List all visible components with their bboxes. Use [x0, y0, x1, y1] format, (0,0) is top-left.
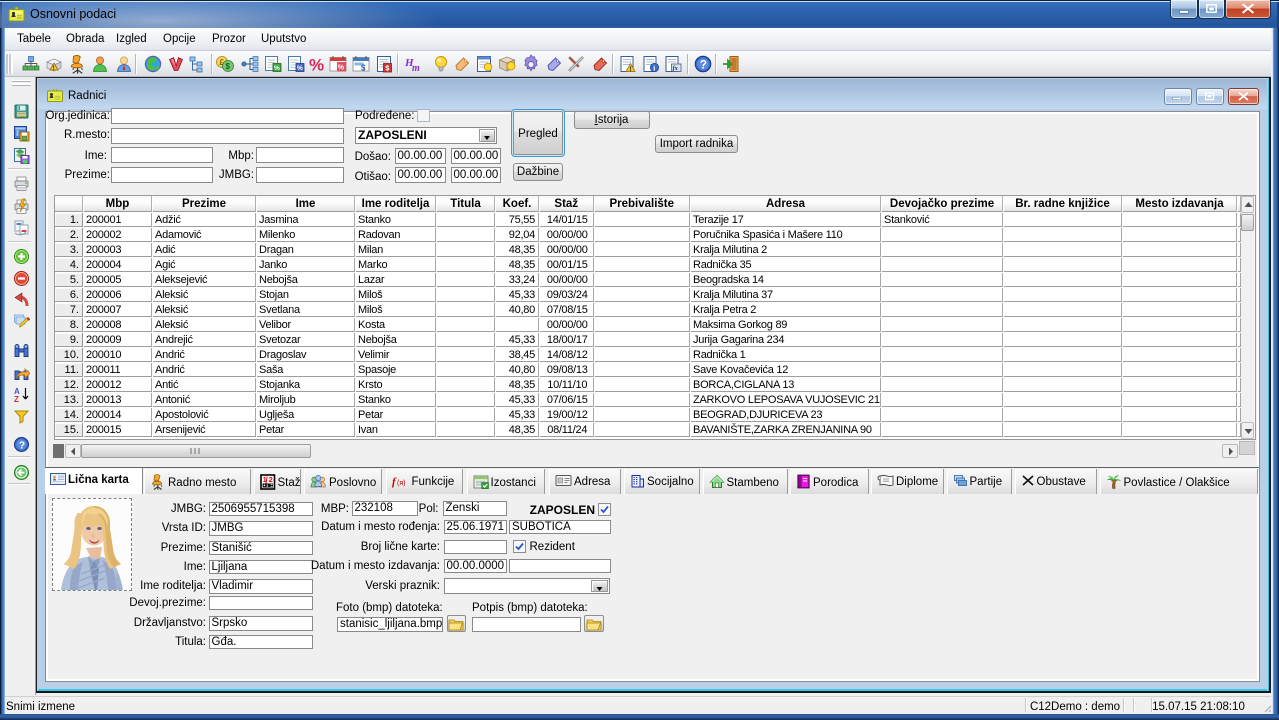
svg-text:i: i: [653, 65, 655, 73]
svg-text:$: $: [361, 64, 366, 73]
svg-text:$: $: [226, 62, 231, 71]
svg-text:2: 2: [268, 475, 272, 484]
svg-text:(я): (я): [397, 480, 405, 487]
svg-text:%: %: [309, 56, 324, 75]
svg-text:m: m: [412, 63, 420, 74]
svg-text:%: %: [274, 65, 280, 72]
svg-text:!: !: [53, 66, 55, 72]
svg-text:?: ?: [700, 58, 707, 72]
svg-text:!: !: [630, 67, 632, 73]
svg-text:?: ?: [19, 440, 25, 452]
svg-text:%: %: [297, 65, 303, 72]
svg-text:fx: fx: [673, 65, 679, 72]
svg-text:%: %: [338, 65, 345, 72]
svg-text:Z: Z: [14, 395, 19, 403]
